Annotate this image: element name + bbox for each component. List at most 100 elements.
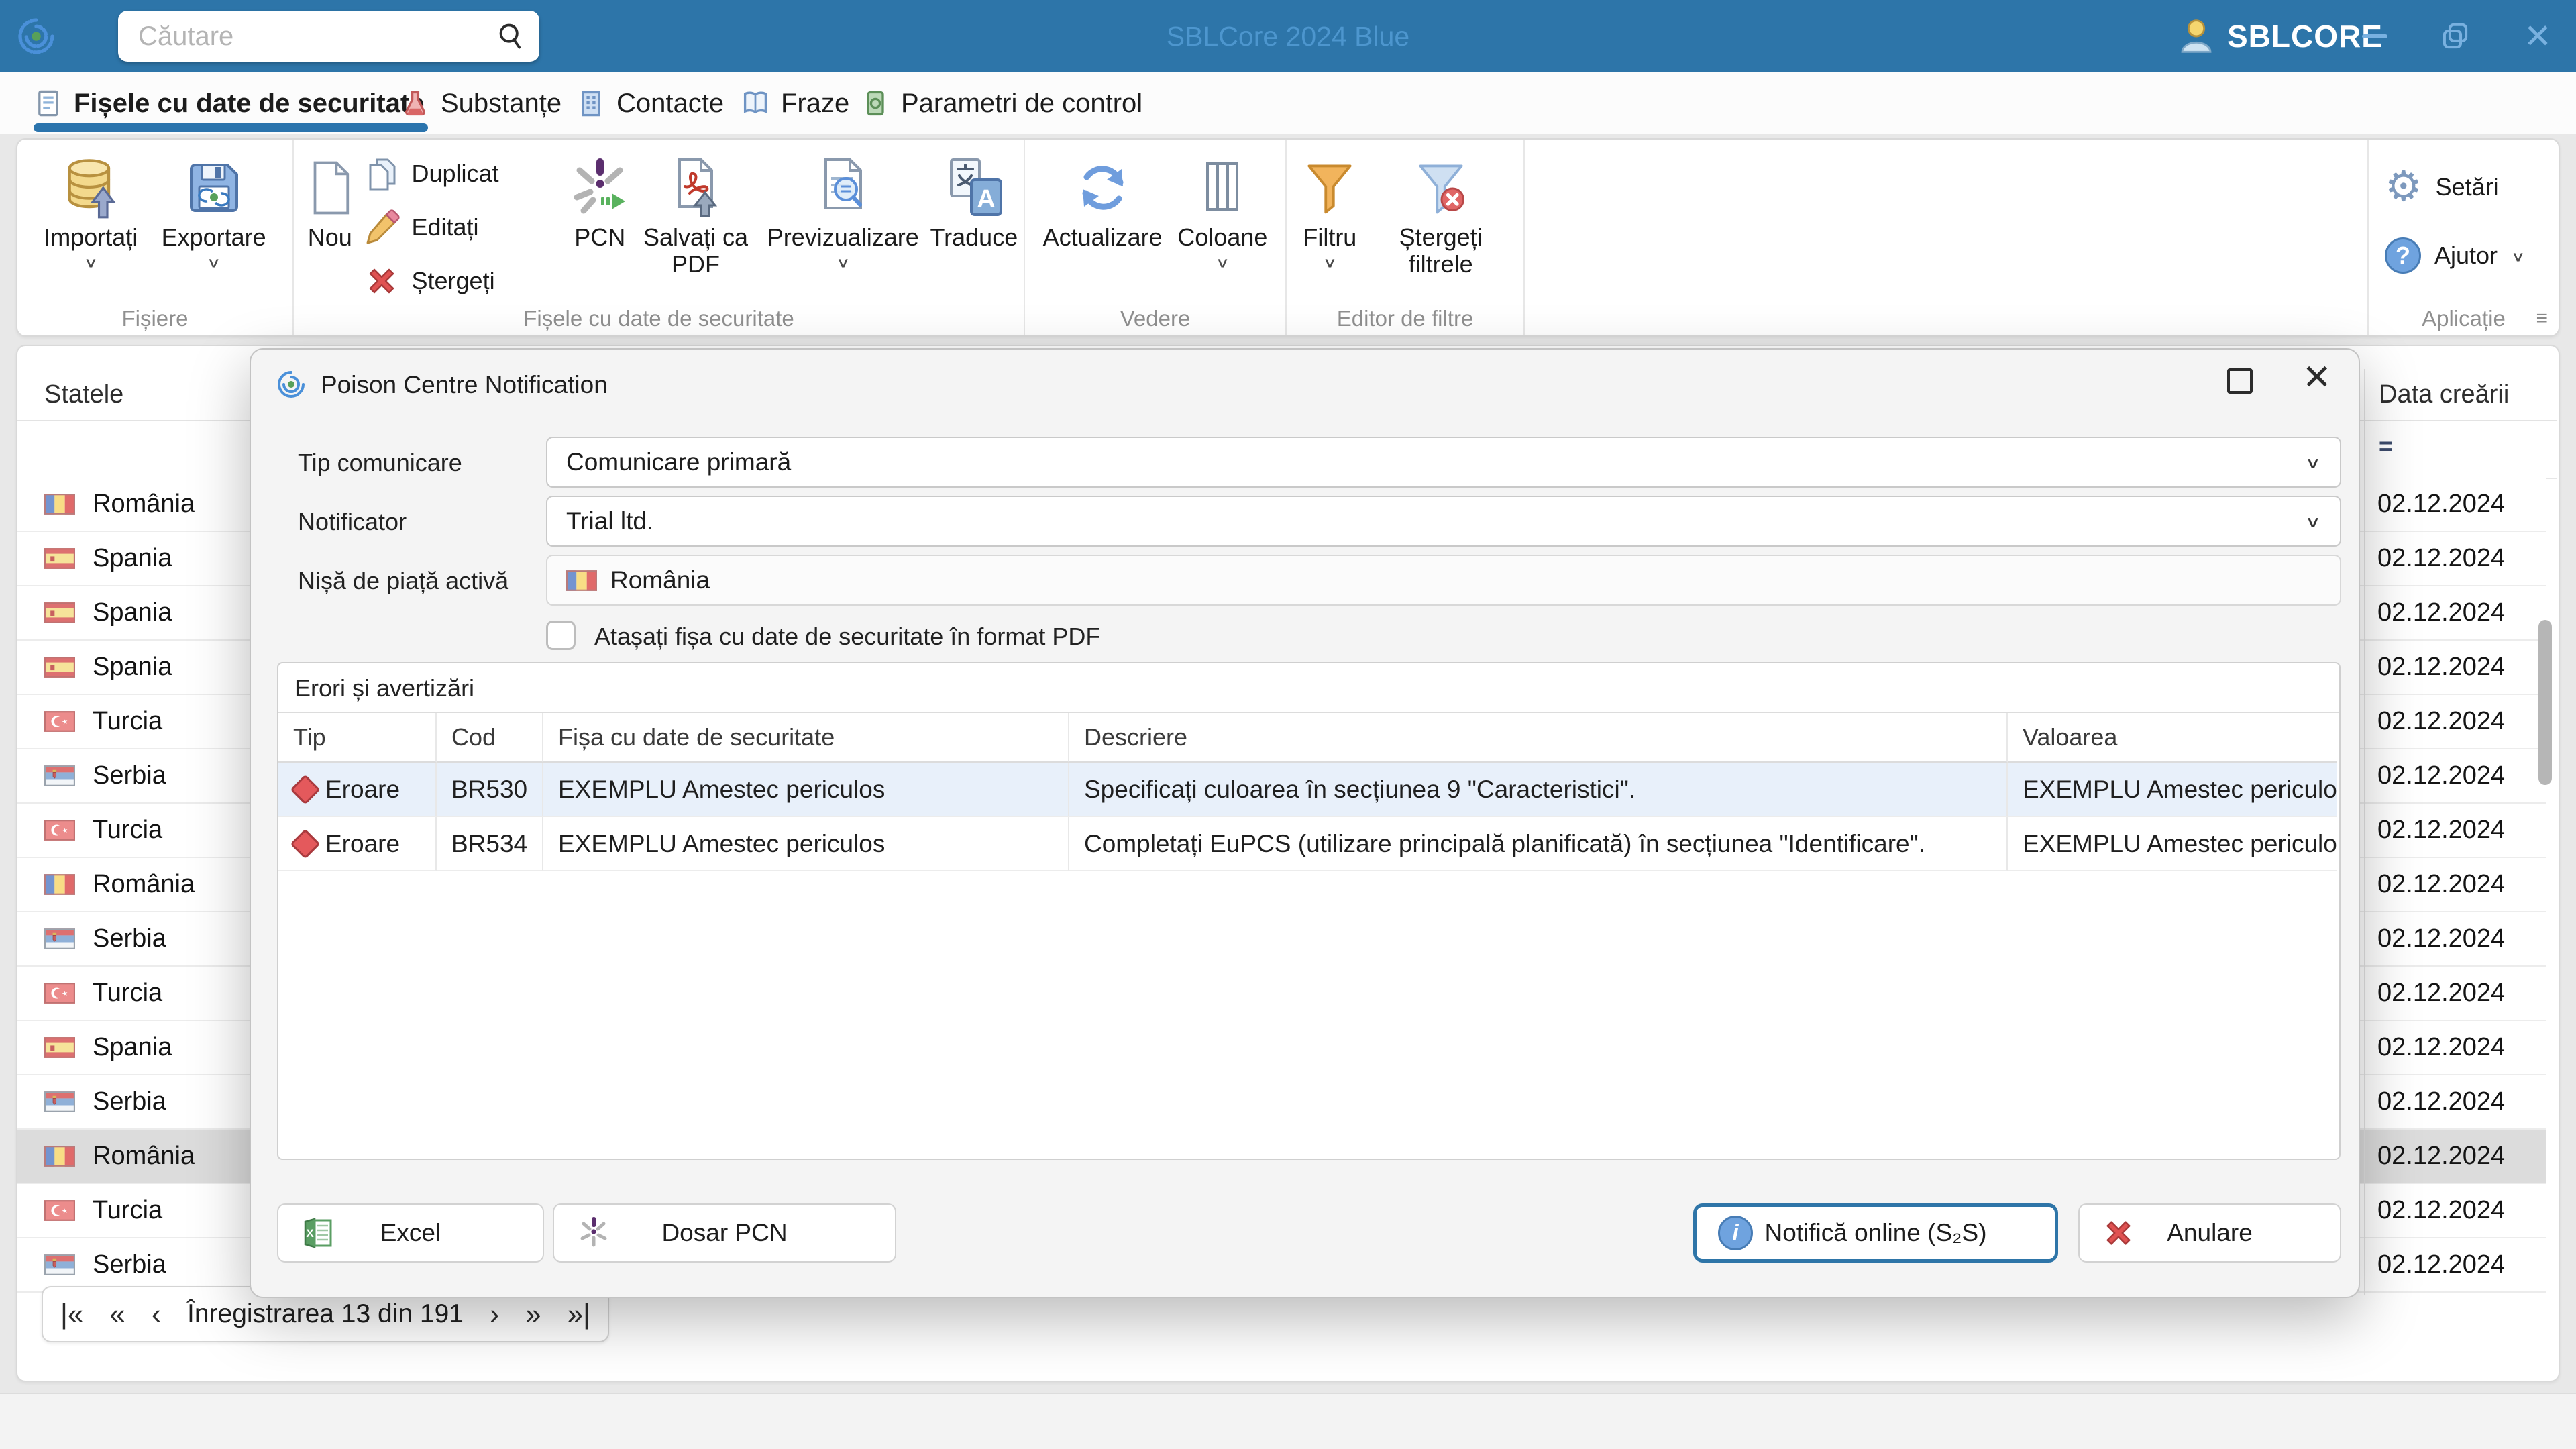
table-row-date[interactable]: 02.12.2024 [2365,478,2546,532]
close-button[interactable]: ✕ [2514,0,2561,72]
tab-contacte[interactable]: Contacte [576,72,724,134]
dosar-pcn-button[interactable]: Dosar PCN [553,1203,896,1263]
vertical-scrollbar[interactable] [2538,620,2552,785]
duplicate-button[interactable]: Duplicat [364,156,565,192]
column-header-fisa[interactable]: Fișa cu date de securitate [543,713,1069,763]
preview-button[interactable]: Previzualizare ∨ [759,149,927,274]
tab-strip: Fișele cu date de securitate Substanțe C… [0,72,2576,134]
import-button[interactable]: Importați ∨ [44,149,138,274]
refresh-button[interactable]: Actualizare [1043,149,1163,251]
nisa-de-piata-field[interactable]: România [546,555,2341,606]
cancel-button[interactable]: Anulare [2078,1203,2341,1263]
ribbon-group-caption: Aplicație [2422,306,2506,331]
settings-button[interactable]: ⚙ Setări [2385,166,2559,208]
pagination-fast-next-button[interactable]: » [525,1298,541,1330]
column-header-data-crearii[interactable]: Data creării [2379,369,2509,420]
help-button[interactable]: ? Ajutor ∨ [2385,237,2559,274]
error-cell-tip[interactable]: Eroare [278,817,437,871]
ribbon-spacer [1523,140,2367,335]
tab-parametri-de-control[interactable]: Parametri de control [861,72,1142,134]
table-row-date[interactable]: 02.12.2024 [2365,1075,2546,1130]
error-cell-valoarea[interactable]: EXEMPLU Amestec periculos [2008,817,2337,871]
attach-pdf-checkbox[interactable] [546,621,576,650]
notify-online-button[interactable]: i Notifică online (S₂S) [1693,1203,2058,1263]
edit-button[interactable]: Editați [364,209,565,246]
pagination-last-button[interactable]: »| [568,1298,590,1330]
pagination-next-button[interactable]: › [490,1298,499,1330]
turkey-flag-icon [44,1200,75,1221]
table-row-date[interactable]: 02.12.2024 [2365,967,2546,1021]
red-x-icon [2106,1221,2131,1245]
excel-button[interactable]: X Excel [277,1203,544,1263]
error-cell-descriere[interactable]: Completați EuPCS (utilizare principală p… [1069,817,2008,871]
button-label: Salvați ca PDF [643,223,749,278]
maximize-icon [2443,23,2468,49]
ribbon-group-caption: Fișele cu date de securitate [523,306,794,331]
table-row-date[interactable]: 02.12.2024 [2365,695,2546,749]
table-row-date[interactable]: 02.12.2024 [2365,912,2546,967]
table-row-date[interactable]: 02.12.2024 [2365,804,2546,858]
delete-button[interactable]: Ștergeți [364,263,565,299]
pagination-fast-prev-button[interactable]: « [109,1298,125,1330]
column-header-cod[interactable]: Cod [437,713,543,763]
serbia-flag-icon [44,928,75,949]
minimize-button[interactable] [2351,0,2398,72]
notificator-select[interactable]: Trial ltd. ∨ [546,496,2341,547]
red-x-icon [369,268,394,294]
table-row-date[interactable]: 02.12.2024 [2365,641,2546,695]
pencil-icon [366,209,400,244]
error-cell-cod[interactable]: BR530 [437,763,543,817]
chevron-down-icon: ∨ [2304,453,2321,471]
pagination-first-button[interactable]: |« [60,1298,83,1330]
equals-filter-icon[interactable]: = [2379,432,2393,460]
dialog-maximize-button[interactable] [2227,368,2253,394]
tip-comunicare-select[interactable]: Comunicare primară ∨ [546,437,2341,488]
flask-icon [405,91,426,116]
error-cell-fisa[interactable]: EXEMPLU Amestec periculos [543,817,1069,871]
database-import-icon [68,159,116,219]
filter-button[interactable]: Filtru ∨ [1299,149,1360,274]
group-menu-icon[interactable]: ≡ [2536,307,2547,330]
pagination-prev-button[interactable]: ‹ [152,1298,161,1330]
table-row-date[interactable]: 02.12.2024 [2365,858,2546,912]
error-cell-fisa[interactable]: EXEMPLU Amestec periculos [543,763,1069,817]
translate-button[interactable]: A Traduce [930,149,1018,251]
table-row-date[interactable]: 02.12.2024 [2365,586,2546,641]
dialog-title: Poison Centre Notification [321,371,608,398]
tab-fraze[interactable]: Fraze [741,72,849,134]
dialog-close-button[interactable]: ✕ [2302,360,2332,395]
error-cell-valoarea[interactable]: EXEMPLU Amestec periculos [2008,763,2337,817]
table-row-date[interactable]: 02.12.2024 [2365,1184,2546,1238]
tab-fisele-cu-date-de-securitate[interactable]: Fișele cu date de securitate [34,72,429,134]
columns-button[interactable]: Coloane ∨ [1177,149,1267,274]
column-header-tip[interactable]: Tip [278,713,437,763]
state-label: Turcia [93,707,163,735]
error-cell-descriere[interactable]: Specificați culoarea în secțiunea 9 "Car… [1069,763,2008,817]
ribbon-group-fisiere: Importați ∨ Exportare ∨ Fișiere [17,140,292,335]
error-cell-tip[interactable]: Eroare [278,763,437,817]
tab-substante[interactable]: Substanțe [400,72,561,134]
maximize-button[interactable] [2432,0,2479,72]
save-as-pdf-button[interactable]: Salvați ca PDF [635,149,756,278]
table-row-date[interactable]: 02.12.2024 [2365,1130,2546,1184]
table-row-date[interactable]: 02.12.2024 [2365,1238,2546,1293]
table-row-date[interactable]: 02.12.2024 [2365,532,2546,586]
table-row-date[interactable]: 02.12.2024 [2365,749,2546,804]
column-header-valoarea[interactable]: Valoarea [2008,713,2337,763]
export-button[interactable]: Exportare ∨ [162,149,266,274]
chevron-down-icon: ∨ [836,255,851,271]
column-header-statele[interactable]: Statele [44,369,123,420]
pcn-button[interactable]: PCN [568,149,632,251]
help-icon: ? [2385,237,2421,274]
error-cell-cod[interactable]: BR534 [437,817,543,871]
column-header-descriere[interactable]: Descriere [1069,713,2008,763]
poison-centre-notification-dialog: Poison Centre Notification ✕ Tip comunic… [250,348,2360,1298]
new-button[interactable]: Nou [300,149,360,251]
table-row-date[interactable]: 02.12.2024 [2365,1021,2546,1075]
button-label: Notifică online (S₂S) [1764,1219,1987,1246]
clear-filters-button[interactable]: Ștergeți filtrele [1371,149,1511,278]
error-tip-label: Eroare [325,775,400,803]
button-label: Ștergeți filtrele [1399,223,1483,278]
ribbon-toolbar: Importați ∨ Exportare ∨ Fișiere Nou Dupl… [16,138,2560,337]
sds-document-icon [38,90,58,117]
